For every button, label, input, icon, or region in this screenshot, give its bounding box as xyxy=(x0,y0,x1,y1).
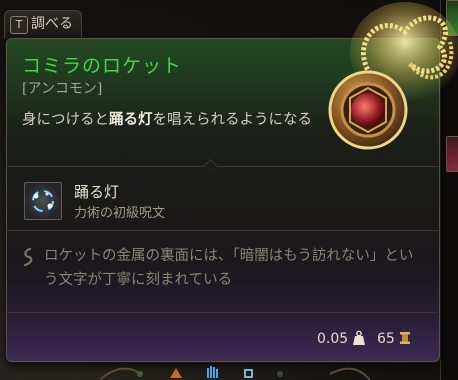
item-price: 65 xyxy=(377,331,395,347)
scroll-quote-icon xyxy=(23,248,33,266)
section-divider xyxy=(6,166,438,167)
dancing-lights-icon[interactable] xyxy=(24,182,62,220)
examine-key-badge: T xyxy=(10,16,28,34)
item-rarity: [アンコモン] xyxy=(22,81,103,97)
gold-coin-icon xyxy=(400,332,410,344)
section-divider xyxy=(6,312,438,313)
hotbar-edge xyxy=(100,366,370,380)
spell-name[interactable]: 踊る灯 xyxy=(74,182,119,202)
item-weight: 0.05 xyxy=(317,331,349,347)
hotbar-square-icon xyxy=(244,369,253,378)
flavor-text: ロケットの金属の裏面には、「暗闇はもう訪れない」という文字が丁寧に刻まれている xyxy=(44,248,414,288)
spell-school: 力術の初級呪文 xyxy=(74,206,166,221)
item-name: コミラのロケット xyxy=(22,55,183,77)
description-spell-highlight: 踊る灯 xyxy=(109,111,153,128)
hotbar-dot-icon xyxy=(277,371,283,377)
section-divider xyxy=(6,230,438,231)
weight-icon xyxy=(353,330,365,345)
hotbar-triangle-icon xyxy=(170,368,182,378)
locket-illustration xyxy=(328,2,458,150)
hotbar-hand-icon xyxy=(207,366,218,378)
hotbar-dot-icon xyxy=(137,371,143,377)
description-pre: 身につけると xyxy=(22,112,109,128)
description-post: を唱えられるようになる xyxy=(152,112,313,128)
item-description: 身につけると踊る灯を唱えられるようになる xyxy=(22,108,312,132)
examine-label[interactable]: 調べる xyxy=(31,15,73,33)
